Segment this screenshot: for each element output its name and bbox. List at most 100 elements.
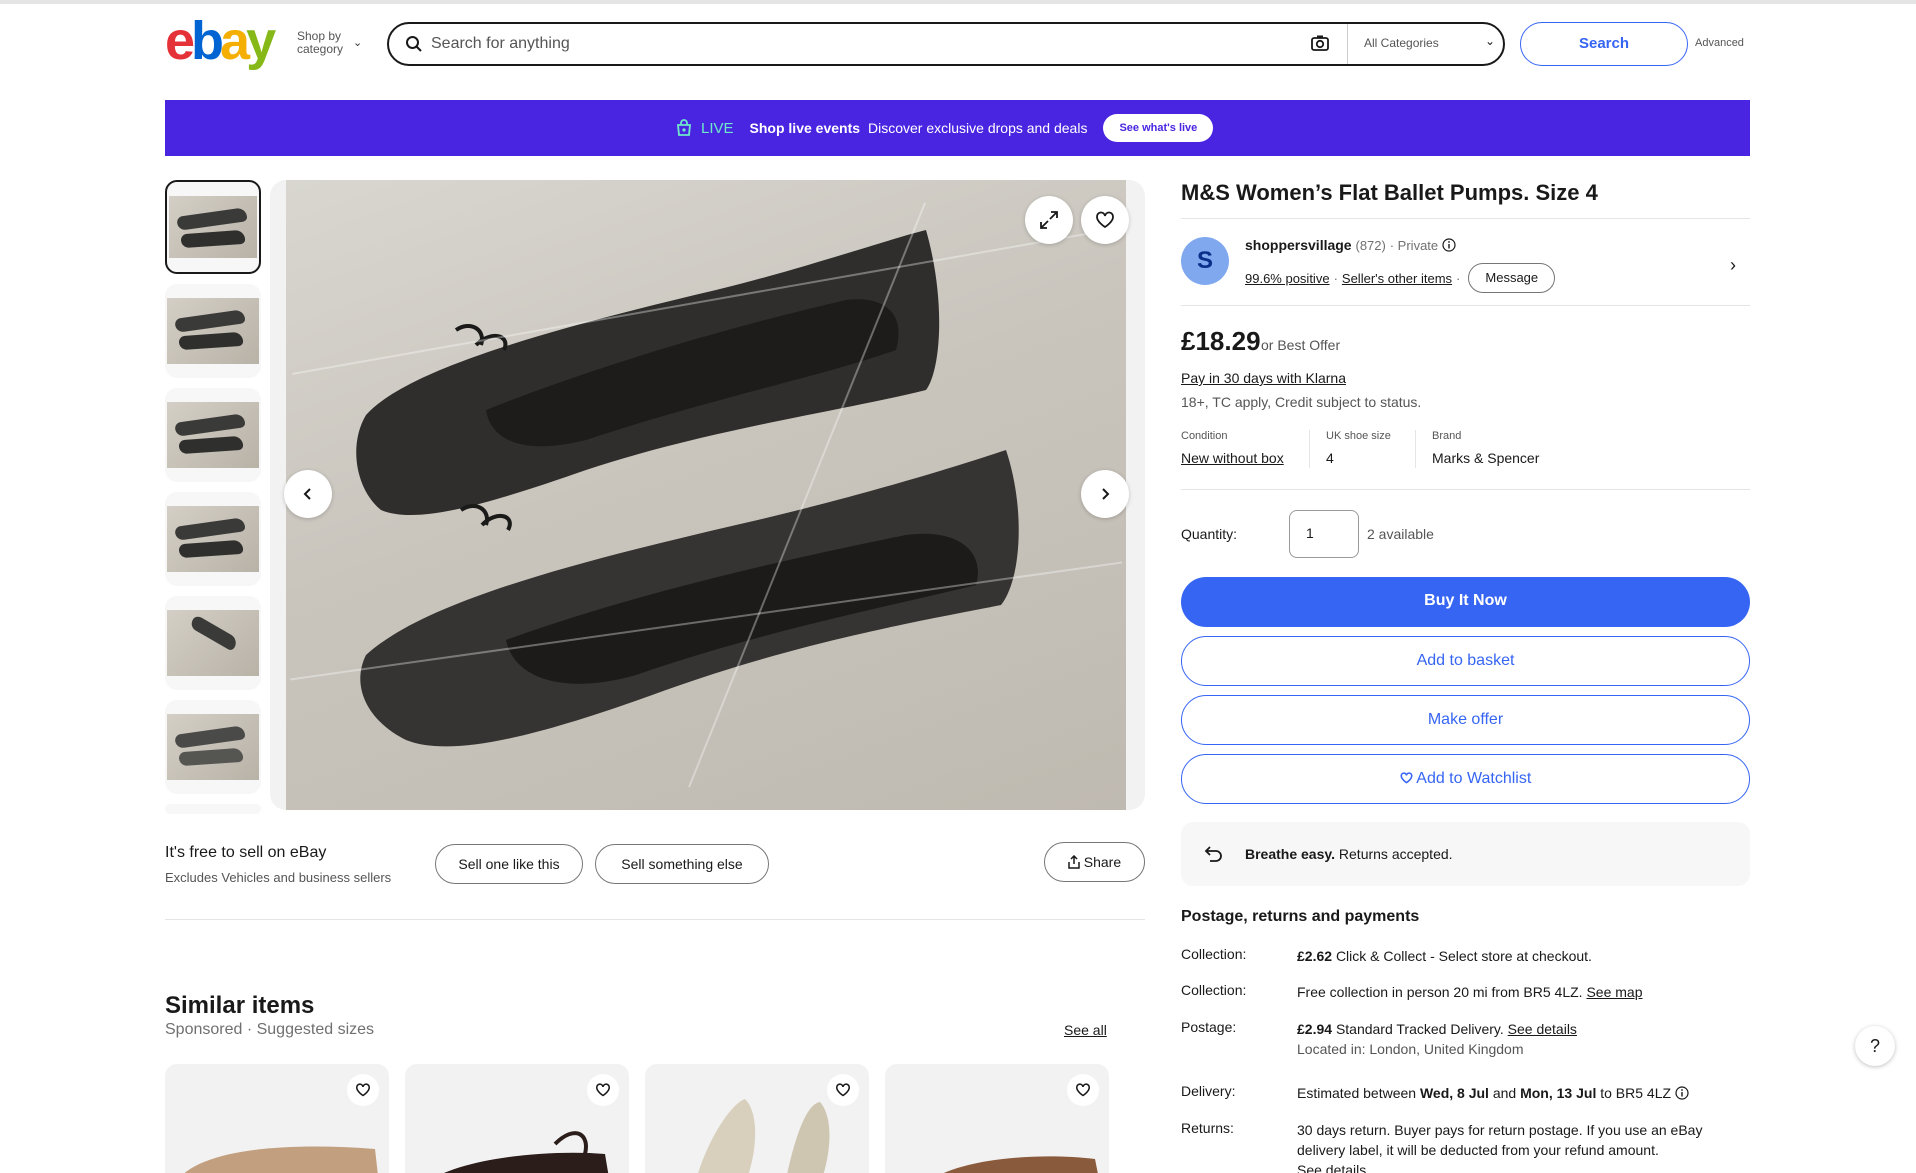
see-whats-live-button[interactable]: See what's live — [1103, 114, 1214, 142]
logo-y: y — [246, 11, 276, 71]
thumbnail-1[interactable] — [165, 180, 261, 274]
expand-icon — [1040, 211, 1058, 229]
seller-feedback: (872) — [1355, 238, 1386, 253]
previous-image-button[interactable] — [284, 470, 332, 518]
shop-by-category-button[interactable]: Shop by category ⌄ — [297, 30, 362, 56]
heart-icon — [596, 1083, 610, 1097]
category-select-value: All Categories — [1364, 36, 1439, 50]
card-watch-button[interactable] — [827, 1074, 859, 1106]
heart-icon — [1076, 1083, 1090, 1097]
add-to-watchlist-button[interactable]: Add to Watchlist — [1181, 754, 1750, 804]
main-image-viewer[interactable] — [270, 180, 1145, 810]
add-to-basket-button[interactable]: Add to basket — [1181, 636, 1750, 686]
thumbnail-image — [167, 610, 259, 676]
header: ebay Shop by category ⌄ All Categories ⌄… — [165, 11, 1750, 71]
card-watch-button[interactable] — [1067, 1074, 1099, 1106]
similar-items-subtitle: Sponsored · Suggested sizes — [165, 1021, 375, 1038]
seller-card[interactable]: S shoppersvillage (872) · Private 99.6% … — [1181, 218, 1750, 306]
separator-dot: · — [1456, 270, 1461, 286]
chevron-right-icon[interactable]: › — [1730, 255, 1736, 276]
klarna-link[interactable]: Pay in 30 days with Klarna — [1181, 370, 1346, 386]
make-offer-button[interactable]: Make offer — [1181, 695, 1750, 745]
banner-text: Discover exclusive drops and deals — [868, 120, 1088, 136]
see-map-link[interactable]: See map — [1586, 984, 1642, 1000]
postage-price: £2.62 — [1297, 948, 1333, 964]
logo-b: b — [191, 11, 224, 71]
shopping-bag-icon — [677, 119, 691, 136]
help-button[interactable]: ? — [1855, 1026, 1895, 1066]
sell-subtitle: Excludes Vehicles and business sellers — [165, 870, 392, 885]
delivery-post: to BR5 4LZ — [1600, 1085, 1672, 1101]
search-bar: All Categories ⌄ — [387, 22, 1505, 66]
postage-value: £2.62 Click & Collect - Select store at … — [1297, 946, 1750, 966]
live-label: LIVE — [701, 119, 734, 137]
chevron-right-icon — [1102, 488, 1110, 500]
similar-item-card[interactable] — [645, 1064, 869, 1173]
thumbnail-2[interactable] — [165, 284, 261, 378]
postage-text: Standard Tracked Delivery. — [1335, 1021, 1504, 1037]
buy-it-now-button[interactable]: Buy It Now — [1181, 577, 1750, 627]
sell-something-else-button[interactable]: Sell something else — [595, 844, 769, 884]
item-details: M&S Women’s Flat Ballet Pumps. Size 4 S … — [1181, 180, 1750, 1173]
sell-one-like-this-button[interactable]: Sell one like this — [435, 844, 583, 884]
category-select[interactable]: All Categories ⌄ — [1347, 24, 1505, 64]
live-events-banner[interactable]: LIVE Shop live events Discover exclusive… — [165, 100, 1750, 156]
spec-label: Brand — [1432, 430, 1462, 442]
similar-item-card[interactable] — [165, 1064, 389, 1173]
postage-value: 30 days return. Buyer pays for return po… — [1297, 1120, 1750, 1173]
card-watch-button[interactable] — [347, 1074, 379, 1106]
similar-item-card[interactable] — [405, 1064, 629, 1173]
see-details-link[interactable]: See details — [1297, 1162, 1366, 1173]
expand-image-button[interactable] — [1025, 196, 1073, 244]
ballet-pumps-illustration — [356, 230, 1019, 747]
next-image-button[interactable] — [1081, 470, 1129, 518]
condition-link[interactable]: New without box — [1181, 450, 1284, 466]
sellers-other-items-link[interactable]: Seller's other items — [1342, 271, 1452, 286]
delivery-pre: Estimated between — [1297, 1085, 1417, 1101]
postage-label: Collection: — [1181, 982, 1247, 998]
spec-brand: Brand Marks & Spencer — [1415, 430, 1539, 468]
available-count: 2 available — [1367, 526, 1434, 542]
best-offer-text: or Best Offer — [1261, 337, 1341, 353]
spec-value: 4 — [1326, 450, 1334, 466]
watchlist-heart-button[interactable] — [1081, 196, 1129, 244]
thumbnail-4[interactable] — [165, 492, 261, 586]
item-price: £18.29 — [1181, 326, 1261, 356]
seller-info: shoppersvillage (872) · Private — [1245, 237, 1456, 253]
chevron-left-icon — [303, 488, 311, 500]
item-title: M&S Women’s Flat Ballet Pumps. Size 4 — [1181, 180, 1598, 205]
thumbnail-3[interactable] — [165, 388, 261, 482]
share-button[interactable]: Share — [1044, 842, 1145, 882]
similar-items-title: Similar items — [165, 992, 315, 1019]
message-seller-button[interactable]: Message — [1468, 263, 1556, 293]
ebay-logo[interactable]: ebay — [165, 11, 285, 71]
info-icon[interactable] — [1442, 238, 1456, 252]
postage-value: Estimated between Wed, 8 Jul and Mon, 13… — [1297, 1083, 1750, 1103]
seller-name[interactable]: shoppersvillage — [1245, 237, 1352, 253]
camera-icon[interactable] — [1310, 34, 1330, 52]
spec-shoe-size: UK shoe size 4 — [1309, 430, 1391, 468]
item-specifics: Condition New without box UK shoe size 4… — [1181, 430, 1750, 490]
info-icon[interactable] — [1675, 1086, 1689, 1100]
search-button[interactable]: Search — [1520, 22, 1688, 66]
thumbnail-5[interactable] — [165, 596, 261, 690]
spec-label: UK shoe size — [1326, 430, 1391, 442]
item-location: Located in: London, United Kingdom — [1297, 1041, 1524, 1057]
watchlist-label: Add to Watchlist — [1416, 770, 1532, 787]
chevron-down-icon: ⌄ — [353, 37, 363, 49]
postage-text: Click & Collect - Select store at checko… — [1335, 948, 1592, 964]
see-details-link[interactable]: See details — [1508, 1021, 1577, 1037]
advanced-search-link[interactable]: Advanced — [1695, 37, 1744, 49]
postage-value: £2.94 Standard Tracked Delivery. See det… — [1297, 1019, 1750, 1059]
credit-terms: 18+, TC apply, Credit subject to status. — [1181, 394, 1422, 410]
thumbnail-6[interactable] — [165, 700, 261, 794]
heart-icon — [356, 1083, 370, 1097]
similar-item-card[interactable] — [885, 1064, 1109, 1173]
positive-feedback-link[interactable]: 99.6% positive — [1245, 271, 1330, 286]
card-watch-button[interactable] — [587, 1074, 619, 1106]
search-input[interactable] — [431, 32, 1291, 56]
see-all-link[interactable]: See all — [1064, 1022, 1107, 1038]
banner-title: Shop live events — [749, 120, 861, 136]
thumbnail-7[interactable] — [165, 804, 261, 814]
quantity-input[interactable]: 1 — [1289, 510, 1359, 558]
